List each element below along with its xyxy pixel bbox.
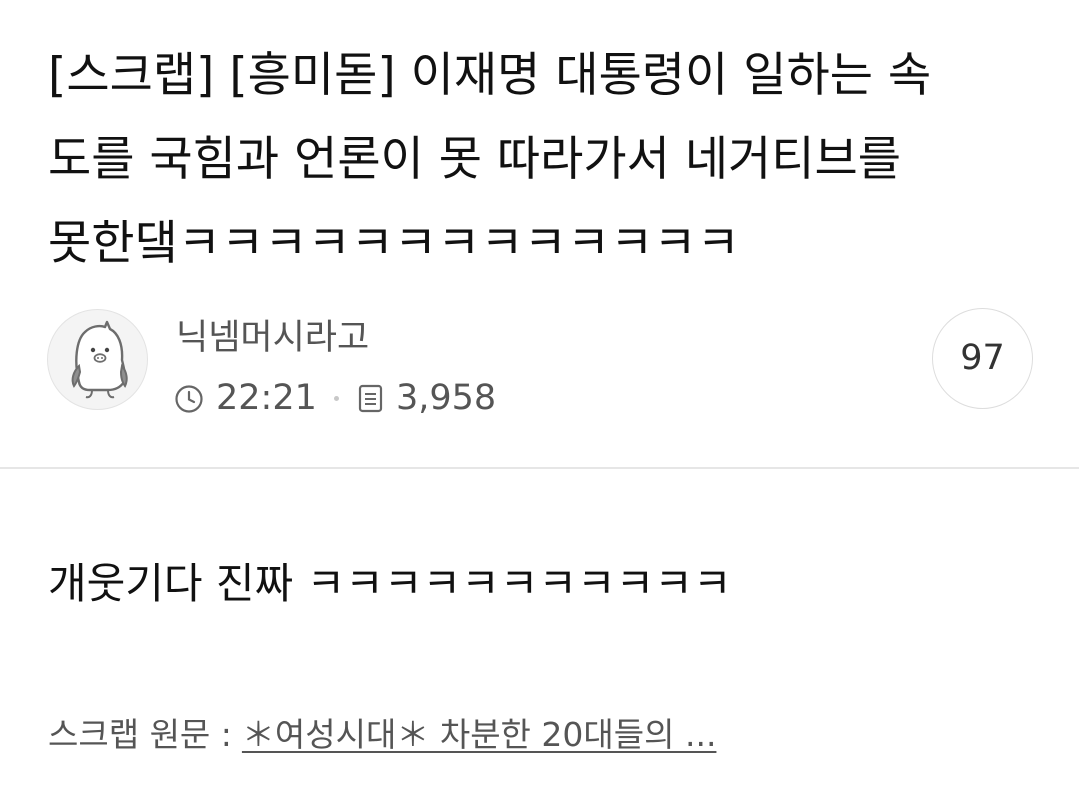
comment-count-button[interactable]: 97 (932, 308, 1033, 409)
meta-separator-dot (334, 396, 339, 401)
header-divider (0, 467, 1079, 469)
post-title: [스크랩] [흥미돋] 이재명 대통령이 일하는 속 도를 국힘과 언론이 못 … (48, 34, 1038, 286)
clock-icon (175, 385, 203, 413)
scrap-source-link[interactable]: ＊여성시대＊ 차분한 20대들의 ... (242, 715, 717, 754)
author-info: 닉넴머시라고 22:21 3,958 97 (47, 308, 1033, 418)
author-avatar[interactable] (47, 309, 148, 410)
post-title-line-1: [스크랩] [흥미돋] 이재명 대통령이 일하는 속 (48, 48, 932, 103)
penguin-avatar-icon (71, 320, 128, 399)
post-title-line-3: 못한댘ㅋㅋㅋㅋㅋㅋㅋㅋㅋㅋㅋㅋㅋ (48, 216, 740, 271)
post-title-line-2: 도를 국힘과 언론이 못 따라가서 네거티브를 (48, 132, 902, 187)
view-count: 3,958 (396, 378, 497, 418)
post-time: 22:21 (216, 378, 317, 418)
post-body-text: 개웃기다 진짜 ㅋㅋㅋㅋㅋㅋㅋㅋㅋㅋㅋ (48, 559, 732, 608)
document-icon (358, 384, 383, 413)
author-nickname[interactable]: 닉넴머시라고 (176, 316, 369, 360)
scrap-source-label: 스크랩 원문 : (48, 715, 232, 754)
scrap-source: 스크랩 원문 : ＊여성시대＊ 차분한 20대들의 ... (48, 712, 716, 758)
